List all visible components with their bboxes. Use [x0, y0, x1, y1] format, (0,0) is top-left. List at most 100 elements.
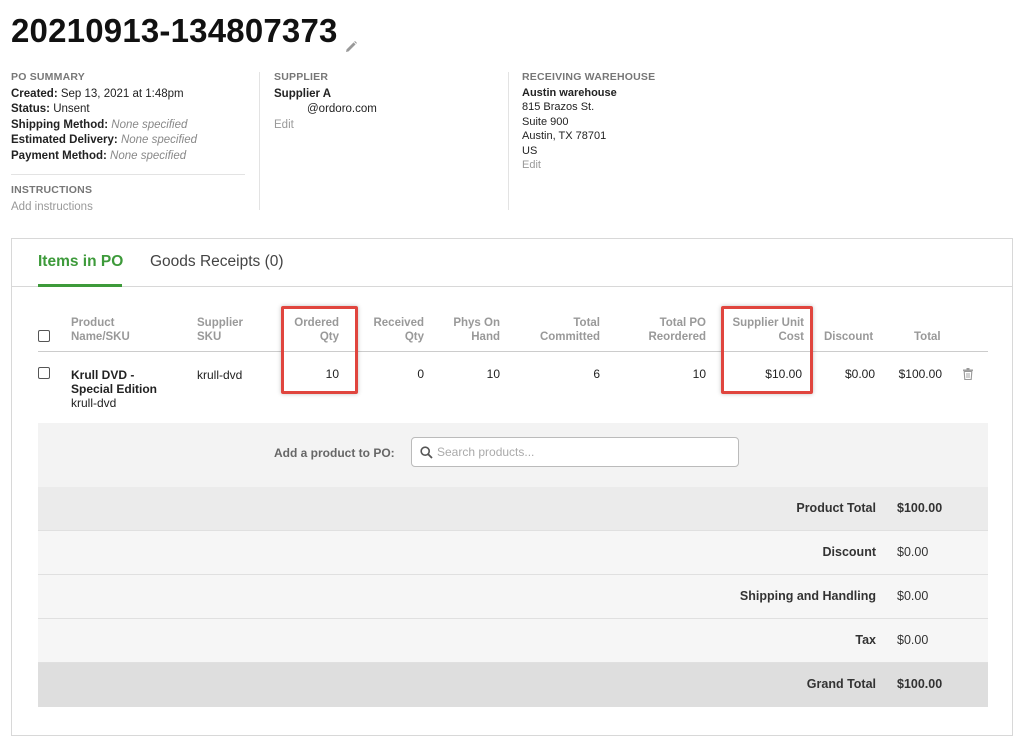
trash-icon[interactable] [963, 367, 973, 381]
warehouse-section: RECEIVING WAREHOUSE Austin warehouse 815… [522, 70, 722, 173]
items-panel: Items in PO Goods Receipts (0) Product Na… [11, 238, 1013, 736]
shipping-value[interactable]: $0.00 [897, 589, 928, 603]
row-checkbox[interactable] [38, 367, 50, 379]
warehouse-edit-link[interactable]: Edit [522, 158, 722, 173]
supplier-name: Supplier A [274, 87, 332, 100]
phys-on-hand-cell: 10 [486, 367, 500, 381]
col-header-text: Qty [404, 331, 424, 343]
col-header-text: Name/SKU [71, 331, 130, 343]
shipping-label: Shipping and Handling [739, 589, 876, 603]
col-header-text: Total PO [659, 317, 706, 329]
po-title: 20210913-134807373 [11, 12, 358, 52]
product-sku: krull-dvd [71, 396, 117, 410]
supplier-section: SUPPLIER Supplier A @ordoro.com Edit [274, 70, 474, 133]
estimated-delivery-line[interactable]: Estimated Delivery: None specified [11, 133, 245, 149]
col-header-total-committed[interactable]: Total Committed [522, 316, 600, 344]
product-search-box[interactable] [411, 437, 739, 467]
divider [508, 72, 509, 210]
created-value: Sep 13, 2021 at 1:48pm [60, 87, 184, 100]
warehouse-country: US [522, 144, 538, 157]
product-name-line: Krull DVD - [71, 368, 135, 382]
total-committed-cell: 6 [593, 367, 600, 381]
product-name-line: Special Edition [71, 382, 158, 396]
col-header-text: Hand [471, 331, 500, 343]
grand-total-label: Grand Total [806, 677, 876, 691]
payment-method-line[interactable]: Payment Method: None specified [11, 149, 245, 165]
tab-items-in-po[interactable]: Items in PO [38, 253, 123, 271]
pencil-icon[interactable] [344, 24, 358, 52]
col-header-discount[interactable]: Discount [824, 330, 873, 344]
supplier-edit-link[interactable]: Edit [274, 118, 474, 134]
warehouse-name: Austin warehouse [522, 86, 617, 99]
warehouse-address-line: Austin, TX 78701 [522, 130, 607, 142]
status-line: Status: Unsent [11, 102, 245, 118]
col-header-text: Supplier [197, 317, 244, 329]
product-search-input[interactable] [437, 442, 727, 462]
product-name[interactable]: Krull DVD - Special Edition [71, 368, 157, 396]
total-po-reordered-cell: 10 [692, 367, 706, 381]
col-header-text: Product [71, 317, 115, 329]
tax-row: Tax $0.00 [38, 619, 988, 663]
add-product-label: Add a product to PO: [274, 446, 395, 460]
tab-bar: Items in PO Goods Receipts (0) [12, 239, 1012, 287]
divider [259, 72, 260, 210]
product-total-row: Product Total $100.00 [38, 487, 988, 531]
payment-method-value[interactable]: None specified [110, 150, 186, 162]
grand-total-value: $100.00 [897, 677, 943, 691]
grand-total-row: Grand Total $100.00 [38, 663, 988, 707]
discount-cell[interactable]: $0.00 [812, 367, 875, 381]
discount-total-label: Discount [822, 545, 876, 559]
status-value: Unsent [53, 103, 90, 115]
discount-total-row: Discount $0.00 [38, 531, 988, 575]
col-header-product[interactable]: Product Name/SKU [71, 316, 130, 344]
created-line: Created: Sep 13, 2021 at 1:48pm [11, 87, 245, 103]
supplier-email: @ordoro.com [307, 103, 377, 115]
warehouse-heading: RECEIVING WAREHOUSE [522, 71, 656, 83]
unit-cost-highlight [721, 306, 813, 394]
tax-label: Tax [855, 633, 876, 647]
select-all-checkbox[interactable] [38, 330, 50, 342]
payment-method-label: Payment Method: [11, 149, 107, 162]
warehouse-address-line: 815 Brazos St. [522, 101, 595, 113]
po-number: 20210913-134807373 [11, 12, 338, 49]
supplier-sku-cell: krull-dvd [197, 368, 243, 382]
line-total-cell: $100.00 [898, 367, 942, 381]
col-header-text: SKU [197, 331, 222, 343]
add-product-row: Add a product to PO: [38, 423, 988, 487]
divider [11, 174, 245, 175]
shipping-method-label: Shipping Method: [11, 118, 109, 131]
col-header-received-qty[interactable]: Received Qty [364, 316, 424, 344]
shipping-method-value[interactable]: None specified [111, 119, 187, 131]
received-qty-cell: 0 [417, 367, 424, 381]
search-icon [420, 446, 433, 459]
col-header-text: Reordered [648, 331, 706, 343]
add-instructions-link[interactable]: Add instructions [11, 200, 245, 216]
col-header-text: Received [373, 317, 424, 329]
status-label: Status: [11, 103, 50, 115]
shipping-method-line[interactable]: Shipping Method: None specified [11, 118, 245, 134]
shipping-row: Shipping and Handling $0.00 [38, 575, 988, 619]
po-summary: PO SUMMARY Created: Sep 13, 2021 at 1:48… [11, 70, 245, 215]
active-tab-indicator [38, 284, 122, 287]
po-summary-heading: PO SUMMARY [11, 71, 85, 83]
instructions-heading: INSTRUCTIONS [11, 184, 93, 196]
col-header-text: Total [573, 317, 600, 329]
ordered-qty-highlight [281, 306, 358, 394]
product-total-label: Product Total [796, 501, 876, 515]
col-header-text: Committed [539, 331, 600, 343]
discount-total-value[interactable]: $0.00 [897, 545, 928, 559]
col-header-phys-on-hand[interactable]: Phys On Hand [442, 316, 500, 344]
tab-goods-receipts[interactable]: Goods Receipts (0) [150, 253, 284, 271]
supplier-heading: SUPPLIER [274, 71, 329, 83]
col-header-supplier-sku[interactable]: Supplier SKU [197, 316, 243, 344]
created-label: Created: [11, 87, 58, 100]
estimated-delivery-value[interactable]: None specified [121, 134, 197, 146]
product-total-value: $100.00 [897, 501, 943, 515]
warehouse-address-line: Suite 900 [522, 115, 569, 128]
col-header-total-po-reordered[interactable]: Total PO Reordered [628, 316, 706, 344]
col-header-total[interactable]: Total [914, 330, 941, 344]
tax-value[interactable]: $0.00 [897, 633, 928, 647]
divider [38, 351, 988, 352]
estimated-delivery-label: Estimated Delivery: [11, 134, 118, 146]
col-header-text: Phys On [453, 317, 500, 329]
